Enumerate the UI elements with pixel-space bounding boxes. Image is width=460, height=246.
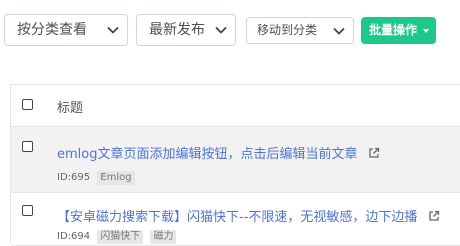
article-title-text: emlog文章页面添加编辑按钮，点击后编辑当前文章 <box>57 147 358 162</box>
chevron-down-icon <box>107 26 119 34</box>
row-checkbox[interactable] <box>22 205 33 216</box>
tag-badge[interactable]: 闪猫快下 <box>97 230 144 244</box>
article-table: 标题 emlog文章页面添加编辑按钮，点击后编辑当前文章 ID:695 Emlo… <box>10 84 460 246</box>
move-to-category-value: 移动到分类 <box>257 23 318 37</box>
tag-badge[interactable]: 磁力 <box>150 230 177 244</box>
article-meta: ID:694 闪猫快下 磁力 <box>57 230 177 244</box>
article-title-link[interactable]: emlog文章页面添加编辑按钮，点击后编辑当前文章 <box>57 143 380 162</box>
tag-badge[interactable]: Emlog <box>97 171 135 185</box>
table-header-row: 标题 <box>11 85 460 127</box>
batch-operation-button[interactable]: 批量操作 <box>361 17 436 44</box>
article-id: ID:695 <box>57 172 91 183</box>
select-all-checkbox[interactable] <box>22 99 33 110</box>
article-title-text: 【安卓磁力搜索下载】闪猫快下--不限速，无视敏感，边下边播 <box>57 210 418 225</box>
toolbar: 按分类查看 最新发布 移动到分类 批量操作 <box>0 0 460 62</box>
batch-operation-label: 批量操作 <box>369 23 418 37</box>
sort-order-select[interactable]: 最新发布 <box>136 14 236 46</box>
chevron-down-icon <box>333 27 345 35</box>
article-id: ID:694 <box>57 231 91 242</box>
table-row: emlog文章页面添加编辑按钮，点击后编辑当前文章 ID:695 Emlog <box>11 127 460 193</box>
article-title-link[interactable]: 【安卓磁力搜索下载】闪猫快下--不限速，无视敏感，边下边播 <box>57 206 440 225</box>
caret-down-icon <box>423 29 429 33</box>
row-checkbox[interactable] <box>22 141 33 152</box>
sort-order-value: 最新发布 <box>149 22 205 38</box>
column-header-title: 标题 <box>57 101 84 116</box>
category-filter-value: 按分类查看 <box>17 22 87 38</box>
chevron-down-icon <box>215 26 227 34</box>
move-to-category-select[interactable]: 移动到分类 <box>246 17 354 44</box>
table-row: 【安卓磁力搜索下载】闪猫快下--不限速，无视敏感，边下边播 ID:694 闪猫快… <box>11 193 460 246</box>
category-filter-select[interactable]: 按分类查看 <box>4 14 128 46</box>
external-link-icon[interactable] <box>428 210 440 222</box>
article-meta: ID:695 Emlog <box>57 171 135 185</box>
external-link-icon[interactable] <box>368 147 380 159</box>
